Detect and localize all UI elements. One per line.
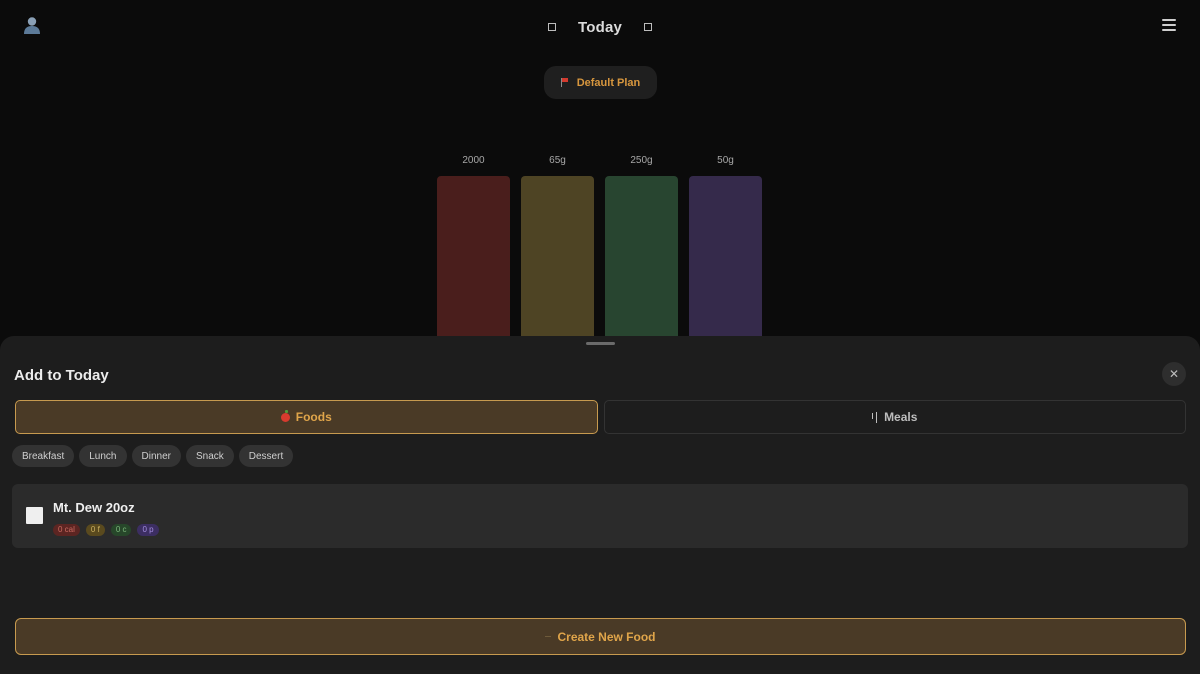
plan-label: Default Plan	[576, 76, 641, 89]
meal-filter-chips: Breakfast Lunch Dinner Snack Dessert	[12, 445, 294, 467]
hamburger-line	[1162, 29, 1176, 31]
calories-target-label: 2000	[462, 155, 485, 166]
date-navigator: Today	[0, 16, 1200, 38]
protein-target-label: 50g	[717, 155, 734, 166]
food-list-item[interactable]: Mt. Dew 20oz 0 cal 0 f 0 c 0 p	[12, 484, 1188, 548]
macro-calories-badge: 0 cal	[53, 524, 80, 536]
create-new-food-label: Create New Food	[557, 629, 656, 644]
close-sheet-button[interactable]: ✕	[1162, 362, 1186, 386]
plan-selector-button[interactable]: Default Plan	[544, 66, 657, 99]
carbs-target-label: 250g	[630, 155, 653, 166]
previous-day-button[interactable]	[547, 23, 556, 31]
carbs-target: 250g	[605, 152, 678, 346]
protein-bar	[689, 176, 762, 346]
next-day-button[interactable]	[644, 23, 653, 31]
macro-target-bars: 2000 65g 250g 50g	[437, 152, 762, 346]
food-select-checkbox[interactable]	[26, 507, 43, 524]
macro-fat-badge: 0 f	[85, 524, 105, 536]
sheet-tabs: Foods Meals	[15, 400, 1186, 434]
filter-chip-lunch[interactable]: Lunch	[79, 445, 127, 467]
fat-target-label: 65g	[549, 155, 566, 166]
tab-meals[interactable]: Meals	[603, 400, 1186, 434]
carbs-bar	[605, 176, 678, 346]
flag-icon	[560, 78, 569, 87]
calories-target: 2000	[437, 152, 510, 346]
apple-icon	[280, 409, 290, 422]
utensils-icon	[872, 411, 878, 423]
macro-carbs-badge: 0 c	[110, 524, 132, 536]
add-food-sheet: Add to Today ✕ Foods Meals Breakfast Lun…	[0, 336, 1200, 674]
sheet-drag-handle[interactable]	[586, 342, 615, 345]
hamburger-menu-icon	[1162, 19, 1176, 21]
menu-button[interactable]	[1162, 19, 1176, 31]
calories-bar	[437, 176, 510, 346]
filter-chip-dessert[interactable]: Dessert	[238, 445, 294, 467]
tab-foods-label: Foods	[295, 410, 332, 424]
filter-chip-snack[interactable]: Snack	[185, 445, 234, 467]
food-name: Mt. Dew 20oz	[53, 500, 135, 515]
close-icon: ✕	[1168, 367, 1180, 381]
date-title: Today	[577, 18, 623, 36]
app-screen: Today Default Plan 2000 65g 250g 50g Add…	[0, 0, 1200, 674]
protein-target: 50g	[689, 152, 762, 346]
create-new-food-button[interactable]: Create New Food	[15, 618, 1186, 655]
tab-meals-label: Meals	[884, 410, 918, 424]
food-macros: 0 cal 0 f 0 c 0 p	[53, 524, 159, 536]
tab-foods[interactable]: Foods	[15, 400, 598, 434]
filter-chip-dinner[interactable]: Dinner	[131, 445, 181, 467]
fat-target: 65g	[521, 152, 594, 346]
hamburger-line	[1162, 24, 1176, 26]
filter-chip-breakfast[interactable]: Breakfast	[12, 445, 75, 467]
sheet-title: Add to Today	[14, 367, 109, 384]
macro-protein-badge: 0 p	[137, 524, 159, 536]
fat-bar	[521, 176, 594, 346]
plus-icon	[545, 636, 552, 637]
